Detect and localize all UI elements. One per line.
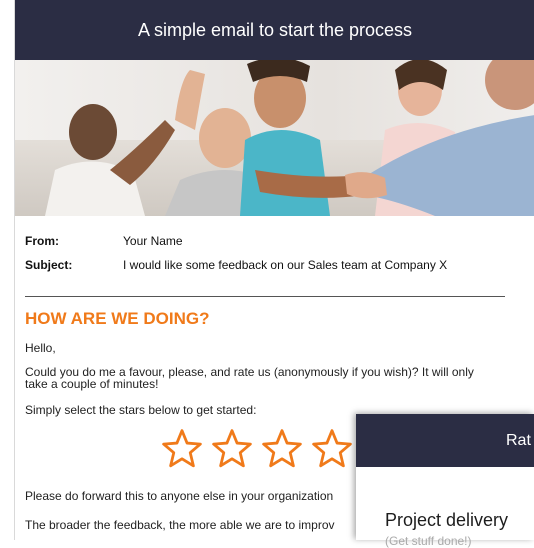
from-label: From:	[25, 234, 59, 248]
popup-header-text: Rat	[506, 432, 531, 449]
popup-item-title: Project delivery	[385, 510, 509, 530]
star-rating[interactable]	[161, 428, 353, 470]
star-icon-3[interactable]	[261, 428, 303, 470]
star-icon-2[interactable]	[211, 428, 253, 470]
subject-label: Subject:	[25, 258, 73, 272]
star-icon-1[interactable]	[161, 428, 203, 470]
star-icon-4[interactable]	[311, 428, 353, 470]
greeting-text: Hello,	[25, 341, 56, 355]
subject-value: I would like some feedback on our Sales …	[123, 258, 448, 272]
team-handshake-photo	[15, 60, 534, 216]
email-header-title: A simple email to start the process	[137, 19, 413, 40]
forward-text: Please do forward this to anyone else in…	[25, 489, 334, 503]
divider	[25, 296, 505, 297]
broader-feedback-text: The broader the feedback, the more able …	[25, 518, 335, 532]
email-heading: HOW ARE WE DOING?	[25, 309, 210, 328]
from-value: Your Name	[123, 234, 183, 248]
popup-item-subtitle: (Get stuff done!)	[385, 534, 472, 548]
paragraph-line-2: take a couple of minutes!	[25, 377, 159, 391]
instruction-text: Simply select the stars below to get sta…	[25, 403, 257, 417]
email-header: A simple email to start the process	[15, 0, 534, 60]
rating-popup[interactable]: Rat Project delivery (Get stuff done!)	[356, 414, 534, 548]
popup-header: Rat	[356, 414, 534, 467]
